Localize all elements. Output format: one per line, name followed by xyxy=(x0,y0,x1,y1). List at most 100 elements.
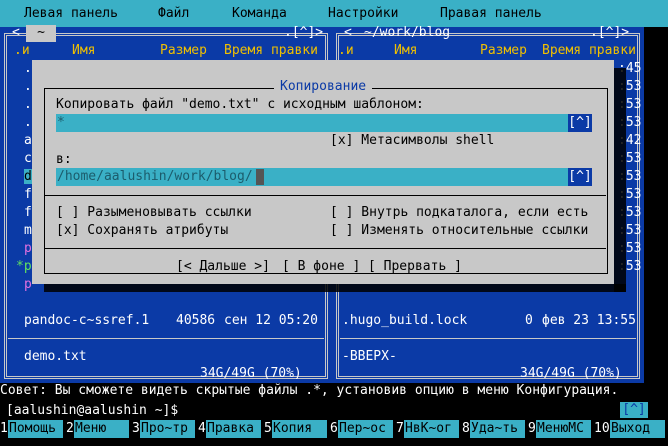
fkey-1[interactable]: 1 Помощь xyxy=(0,419,66,440)
fkey-label: Помощь xyxy=(8,420,63,438)
file-row-name[interactable]: pandoc-c~ssref.1 xyxy=(24,313,149,328)
dialog-separator xyxy=(44,248,606,249)
dest-input[interactable]: /home/aalushin/work/blog/ [^] xyxy=(56,168,592,186)
left-history-button[interactable]: .[^]> xyxy=(284,25,323,40)
menu-bar: Левая панель Файл Команда Настройки Прав… xyxy=(0,0,668,27)
right-col-size[interactable]: Размер xyxy=(480,43,527,58)
left-back-button[interactable]: < xyxy=(12,25,20,40)
left-file-glyph[interactable]: . xyxy=(24,97,32,112)
text-cursor xyxy=(256,169,264,185)
fkey-7[interactable]: 7 НвК~ог xyxy=(396,419,462,440)
background-button[interactable]: [ В фоне ] xyxy=(282,259,360,274)
fkey-label: Правка xyxy=(206,420,261,438)
fkey-label: Копия xyxy=(272,420,327,438)
menu-left-panel[interactable]: Левая панель xyxy=(24,6,118,21)
hint-line: Совет: Вы сможете видеть скрытые файлы .… xyxy=(0,383,619,398)
right-back-button[interactable]: < xyxy=(344,25,352,40)
left-mini-separator xyxy=(8,338,324,339)
left-file-glyph[interactable]: f xyxy=(24,205,32,220)
fkey-label: Меню xyxy=(74,420,129,438)
fkey-number: 9 xyxy=(528,421,536,436)
right-col-mtime[interactable]: Время правки xyxy=(542,43,636,58)
right-col-name[interactable]: Имя xyxy=(394,43,417,58)
left-file-glyph[interactable]: . xyxy=(24,79,32,94)
left-file-glyph[interactable]: f xyxy=(24,187,32,202)
fkey-label: Уда~ть xyxy=(470,420,525,438)
fkey-number: 3 xyxy=(132,421,140,436)
fkey-number: 5 xyxy=(264,421,272,436)
dialog-title: Копирование xyxy=(274,79,373,94)
left-col-mtime[interactable]: Время правки xyxy=(224,43,318,58)
left-file-glyph[interactable]: . xyxy=(24,61,32,76)
fkey-3[interactable]: 3 Про~тр xyxy=(132,419,198,440)
copy-dialog: Копирование Копировать файл "demo.txt" с… xyxy=(32,60,614,284)
fkey-label: МенюМС xyxy=(536,420,591,438)
file-row-size: 40586 xyxy=(176,313,216,328)
abort-button[interactable]: [ Прервать ] xyxy=(368,259,462,274)
fkey-2[interactable]: 2 Меню xyxy=(66,419,132,440)
left-col-sort[interactable]: .и xyxy=(14,43,30,58)
shell-patterns-checkbox[interactable]: [x] Метасимволы shell xyxy=(330,133,494,148)
menu-file[interactable]: Файл xyxy=(158,6,189,21)
right-col-sort[interactable]: .и xyxy=(338,43,354,58)
file-row-mtime: сен 12 05:20 xyxy=(224,313,318,328)
source-label: Копировать файл "demo.txt" с исходным ша… xyxy=(56,97,424,112)
fkey-number: 1 xyxy=(0,421,8,436)
dest-history-button[interactable]: [^] xyxy=(568,168,592,186)
preserve-attributes-checkbox[interactable]: [x] Сохранять атрибуты xyxy=(56,223,228,238)
fkey-8[interactable]: 8 Уда~ть xyxy=(462,419,528,440)
fkey-number: 4 xyxy=(198,421,206,436)
file-row-name[interactable]: .hugo_build.lock xyxy=(342,313,467,328)
left-file-glyph[interactable]: *p xyxy=(16,259,32,274)
source-pattern-input[interactable]: * [^] xyxy=(56,114,592,132)
left-col-size[interactable]: Размер xyxy=(160,43,207,58)
file-row-size: 0 xyxy=(525,313,533,328)
ok-button[interactable]: [< Дальше >] xyxy=(176,259,270,274)
left-file-glyph[interactable]: p xyxy=(24,241,32,256)
left-file-glyph[interactable]: m xyxy=(24,223,32,238)
fkey-number: 7 xyxy=(396,421,404,436)
fkey-9[interactable]: 9 МенюМС xyxy=(528,419,594,440)
fkey-number: 6 xyxy=(330,421,338,436)
dive-into-subdir-checkbox[interactable]: [ ] Внутрь подкаталога, если есть xyxy=(330,205,588,220)
source-pattern-value: * xyxy=(57,115,65,130)
command-history-button[interactable]: [^] xyxy=(620,402,648,418)
command-line[interactable]: [aalushin@aalushin ~]$ [^] xyxy=(0,401,668,419)
left-col-name[interactable]: Имя xyxy=(72,43,95,58)
dereference-links-checkbox[interactable]: [ ] Разыменовывать ссылки xyxy=(56,205,252,220)
left-file-glyph[interactable]: p xyxy=(24,277,32,292)
fkey-number: 8 xyxy=(462,421,470,436)
left-file-glyph[interactable]: . xyxy=(24,115,32,130)
right-selected-file: -ВВЕРХ- xyxy=(342,349,397,364)
source-history-button[interactable]: [^] xyxy=(568,114,592,132)
file-row-mtime: фев 23 13:55 xyxy=(542,313,636,328)
left-path[interactable]: ~ xyxy=(26,25,56,42)
fkey-6[interactable]: 6 Пер~ос xyxy=(330,419,396,440)
dialog-shadow-bottom xyxy=(44,284,626,292)
right-disk-usage: 34G/49G (70%) xyxy=(520,366,622,381)
fkey-10[interactable]: 10 Выход xyxy=(594,419,668,440)
function-key-bar: 1 Помощь 2 Меню 3 Про~тр 4 Правка 5 Копия 6 Пер~ос 7… xyxy=(0,419,668,440)
right-mini-separator xyxy=(340,338,636,339)
fkey-label: Про~тр xyxy=(140,420,195,438)
fkey-label: Пер~ос xyxy=(338,420,393,438)
left-file-glyph[interactable]: c xyxy=(24,151,32,166)
right-history-button[interactable]: .[^]> xyxy=(590,25,629,40)
right-path[interactable]: ~/work/blog xyxy=(364,25,450,40)
menu-right-panel[interactable]: Правая панель xyxy=(440,6,542,21)
left-file-glyph[interactable]: a xyxy=(24,133,32,148)
left-disk-usage: 34G/49G (70%) xyxy=(200,366,302,381)
fkey-5[interactable]: 5 Копия xyxy=(264,419,330,440)
left-selected-file: demo.txt xyxy=(24,349,87,364)
fkey-number: 2 xyxy=(66,421,74,436)
fkey-label: НвК~ог xyxy=(404,420,459,438)
stable-symlinks-checkbox[interactable]: [ ] Изменять относительные ссылки xyxy=(330,223,588,238)
dest-label: в: xyxy=(56,152,72,167)
menu-command[interactable]: Команда xyxy=(232,6,287,21)
fkey-number: 10 xyxy=(594,421,610,436)
dialog-separator xyxy=(44,195,606,196)
fkey-4[interactable]: 4 Правка xyxy=(198,419,264,440)
menu-settings[interactable]: Настройки xyxy=(328,6,398,21)
shell-prompt: [aalushin@aalushin ~]$ xyxy=(6,403,179,418)
dialog-shadow-right xyxy=(614,68,626,292)
